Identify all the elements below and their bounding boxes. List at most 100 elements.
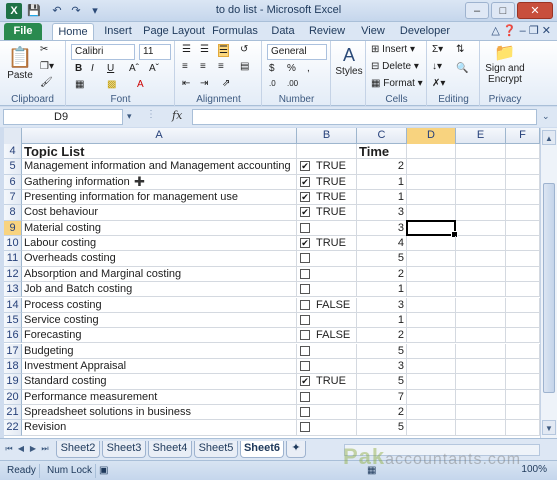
first-sheet-icon[interactable]: ⏮ (3, 443, 15, 455)
wrap-text-icon[interactable]: ↺ (240, 44, 248, 55)
cell-topic[interactable]: Investment Appraisal (22, 358, 297, 375)
sort-filter-icon[interactable]: ⇅ (456, 44, 464, 55)
cell-empty[interactable] (407, 190, 456, 206)
format-cells-button[interactable]: ▦ Format ▾ (371, 78, 423, 89)
cell-topic[interactable]: Process costing (22, 297, 297, 313)
align-middle-icon[interactable]: ☰ (200, 44, 209, 55)
cell-empty[interactable] (456, 282, 506, 298)
checkbox-checked[interactable]: ✔ (300, 238, 310, 249)
cell-done[interactable] (297, 220, 357, 237)
cell-empty[interactable] (407, 236, 456, 252)
cell-topic[interactable]: Revision (22, 420, 297, 436)
cell-empty[interactable] (506, 282, 540, 298)
cell-empty[interactable] (506, 190, 540, 206)
cell-empty[interactable] (506, 297, 540, 313)
cell-empty[interactable] (506, 328, 540, 344)
cell-time[interactable]: 1 (357, 174, 407, 190)
cell-topic[interactable]: Cost behaviour (22, 205, 297, 221)
cell-empty[interactable] (456, 190, 506, 206)
cell-empty[interactable] (407, 266, 456, 283)
column-header-f[interactable]: F (506, 128, 540, 144)
cell-time[interactable]: 2 (357, 404, 407, 421)
underline-button[interactable]: U (107, 63, 114, 74)
cell-done[interactable] (297, 389, 357, 405)
orientation-icon[interactable]: ⇗ (222, 78, 230, 89)
cell-empty[interactable] (407, 404, 456, 421)
next-sheet-icon[interactable]: ▶ (27, 443, 39, 455)
cell-empty[interactable] (456, 205, 506, 221)
cell-time[interactable]: 3 (357, 358, 407, 375)
select-all-corner[interactable] (4, 128, 22, 144)
cell-empty[interactable] (456, 236, 506, 252)
cell-done[interactable] (297, 251, 357, 267)
align-left-icon[interactable]: ≡ (182, 61, 188, 72)
help-icon[interactable]: ❓ (503, 25, 517, 37)
scroll-up-icon[interactable]: ▲ (542, 130, 556, 145)
worksheet-grid[interactable]: ABCDEF 4 Topic List Time 5 Management inform… (4, 128, 540, 438)
cell-topic[interactable]: Topic List (22, 144, 297, 160)
scroll-down-icon[interactable]: ▼ (542, 420, 556, 435)
cell-time[interactable]: 1 (357, 312, 407, 329)
cell-time[interactable]: 3 (357, 220, 407, 237)
cell-time[interactable]: 5 (357, 343, 407, 359)
cell-empty[interactable] (456, 312, 506, 329)
cell-empty[interactable] (456, 389, 506, 405)
cell-empty[interactable] (407, 205, 456, 221)
tab-review[interactable]: Review (306, 23, 348, 40)
decrease-decimal-icon[interactable]: .00 (287, 79, 298, 88)
cell-done[interactable]: ✔ TRUE (297, 159, 357, 175)
cell-topic[interactable]: Labour costing (22, 236, 297, 252)
number-format-select[interactable]: General (267, 44, 327, 60)
cell-time[interactable]: Time (357, 144, 407, 160)
tab-page-layout[interactable]: Page Layout (142, 23, 206, 40)
increase-indent-icon[interactable]: ⇥ (200, 78, 208, 89)
row-header[interactable]: 9 (4, 220, 22, 237)
cell-empty[interactable] (456, 174, 506, 190)
cell-time[interactable]: 2 (357, 266, 407, 283)
cell-time[interactable]: 5 (357, 374, 407, 390)
cell-done[interactable] (297, 358, 357, 375)
cell-topic[interactable]: Budgeting (22, 343, 297, 359)
decrease-indent-icon[interactable]: ⇤ (182, 78, 190, 89)
cell-time[interactable]: 7 (357, 389, 407, 405)
font-name-select[interactable]: Calibri (71, 44, 135, 60)
checkbox-unchecked[interactable] (300, 422, 310, 433)
cell-time[interactable]: 5 (357, 251, 407, 267)
sheet-tab-sheet3[interactable]: Sheet3 (102, 441, 146, 458)
cell-empty[interactable] (407, 174, 456, 190)
column-header-e[interactable]: E (456, 128, 506, 144)
cell-topic[interactable]: Overheads costing (22, 251, 297, 267)
cell-topic[interactable]: Forecasting (22, 328, 297, 344)
row-header[interactable]: 20 (4, 389, 22, 405)
clear-icon[interactable]: ✗▾ (432, 78, 445, 89)
cell-time[interactable]: 3 (357, 297, 407, 313)
minimize-ribbon-icon[interactable]: △ (491, 25, 499, 37)
font-color-icon[interactable]: A (137, 79, 144, 90)
cell-done[interactable] (297, 266, 357, 283)
insert-sheet-icon[interactable]: ✦ (286, 441, 306, 458)
cell-empty[interactable] (506, 251, 540, 267)
row-header[interactable]: 13 (4, 282, 22, 298)
paste-button[interactable]: 📋 Paste (6, 45, 34, 81)
cell-empty[interactable] (506, 144, 540, 160)
tab-formulas[interactable]: Formulas (210, 23, 260, 40)
cell-time[interactable]: 2 (357, 328, 407, 344)
sheet-tab-sheet6[interactable]: Sheet6 (240, 441, 284, 458)
cell-empty[interactable] (456, 144, 506, 160)
cell-time[interactable]: 1 (357, 190, 407, 206)
row-header[interactable]: 12 (4, 266, 22, 283)
cell-topic[interactable]: Standard costing (22, 374, 297, 390)
row-header[interactable]: 8 (4, 205, 22, 221)
cell-topic[interactable]: Management information and Management ac… (22, 159, 297, 175)
cell-empty[interactable] (407, 312, 456, 329)
currency-icon[interactable]: $ (269, 63, 275, 74)
cell-done[interactable]: ✔ TRUE (297, 205, 357, 221)
insert-cells-button[interactable]: ⊞ Insert ▾ (371, 44, 415, 55)
font-size-select[interactable]: 11 (139, 44, 171, 60)
increase-decimal-icon[interactable]: .0 (269, 79, 276, 88)
cell-empty[interactable] (456, 404, 506, 421)
cell-empty[interactable] (456, 297, 506, 313)
cell-empty[interactable] (506, 266, 540, 283)
cell-empty[interactable] (407, 220, 456, 237)
workbook-close-icon[interactable]: ✕ (542, 25, 551, 37)
